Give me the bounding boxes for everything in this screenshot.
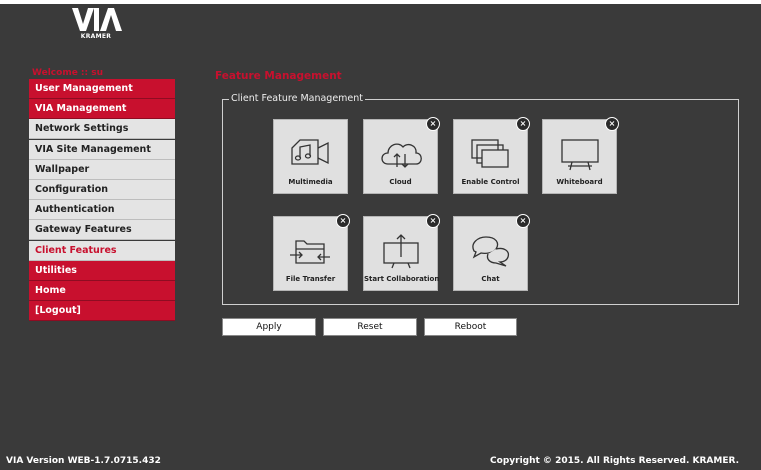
- feature-label: Multimedia: [288, 178, 333, 186]
- via-logo: KRAMER: [70, 6, 122, 40]
- sidebar-item-via-management[interactable]: VIA Management: [29, 99, 175, 120]
- sidebar-item-network-settings[interactable]: Network Settings: [29, 119, 175, 140]
- close-icon[interactable]: ×: [605, 117, 619, 131]
- reset-button[interactable]: Reset: [323, 318, 417, 336]
- sidebar-item-home[interactable]: Home: [29, 280, 175, 301]
- sidebar-item-client-features[interactable]: Client Features: [29, 240, 175, 261]
- page-title: Feature Management: [215, 70, 342, 82]
- kramer-wordmark: KRAMER: [80, 33, 112, 40]
- feature-tile-file-transfer[interactable]: File Transfer ×: [273, 214, 350, 291]
- folder-transfer-icon: [290, 240, 330, 264]
- feature-tile-chat[interactable]: Chat ×: [453, 214, 530, 291]
- apply-button[interactable]: Apply: [222, 318, 316, 336]
- sidebar-item-authentication[interactable]: Authentication: [29, 200, 175, 221]
- music-video-icon: [291, 139, 329, 165]
- top-frame-strip: [0, 0, 761, 4]
- feature-label: Start Collaboration: [364, 275, 440, 283]
- feature-label: Cloud: [389, 178, 412, 186]
- sidebar-item-gateway-features[interactable]: Gateway Features: [29, 220, 175, 241]
- sidebar-item-logout[interactable]: [Logout]: [29, 301, 175, 322]
- feature-label: File Transfer: [285, 275, 336, 283]
- sidebar-item-configuration[interactable]: Configuration: [29, 179, 175, 200]
- feature-tile-enable-control[interactable]: Enable Control ×: [453, 117, 530, 194]
- feature-tile-whiteboard[interactable]: Whiteboard ×: [542, 117, 619, 194]
- feature-label: Whiteboard: [556, 178, 603, 186]
- whiteboard-icon: [561, 139, 599, 171]
- close-icon[interactable]: ×: [426, 214, 440, 228]
- screens-icon: [471, 139, 509, 168]
- close-icon[interactable]: ×: [336, 214, 350, 228]
- via-logo-mark: [72, 8, 122, 31]
- close-icon[interactable]: ×: [426, 117, 440, 131]
- welcome-text: Welcome :: su: [32, 68, 104, 78]
- sidebar-item-user-management[interactable]: User Management: [29, 79, 175, 99]
- feature-tile-multimedia[interactable]: Multimedia: [273, 119, 348, 194]
- sidebar-item-wallpaper[interactable]: Wallpaper: [29, 159, 175, 180]
- collaboration-icon: [383, 234, 419, 269]
- version-text: VIA Version WEB-1.7.0715.432: [6, 456, 161, 466]
- cloud-icon: [381, 143, 422, 168]
- sidebar-item-via-site-management[interactable]: VIA Site Management: [29, 139, 175, 160]
- reboot-button[interactable]: Reboot: [424, 318, 517, 336]
- group-title: Client Feature Management: [229, 93, 366, 104]
- feature-label: Chat: [481, 275, 500, 283]
- copyright-text: Copyright © 2015. All Rights Reserved. K…: [490, 456, 739, 466]
- feature-tile-cloud[interactable]: Cloud ×: [363, 117, 440, 194]
- chat-icon: [472, 236, 510, 267]
- feature-label: Enable Control: [461, 178, 520, 186]
- close-icon[interactable]: ×: [516, 214, 530, 228]
- sidebar-item-utilities[interactable]: Utilities: [29, 260, 175, 281]
- feature-tile-start-collaboration[interactable]: Start Collaboration ×: [363, 214, 440, 291]
- sidebar-nav: User Management VIA Management Network S…: [29, 79, 175, 322]
- close-icon[interactable]: ×: [516, 117, 530, 131]
